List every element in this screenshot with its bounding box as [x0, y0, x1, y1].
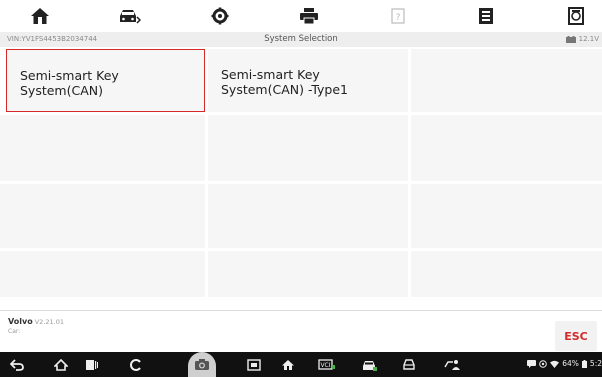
voltage-value: 12.1V [578, 35, 599, 43]
battery-icon [565, 35, 576, 43]
svg-text:VCI: VCI [320, 362, 330, 369]
svg-text:?: ? [396, 13, 401, 23]
esc-button[interactable]: ESC [555, 321, 597, 351]
system-item-label: Semi-smart Key [20, 68, 119, 83]
back-icon[interactable] [8, 356, 26, 373]
system-nav-bar: VCI 64% 5:2 [0, 352, 602, 377]
diag-home-icon[interactable] [279, 356, 297, 373]
report-icon[interactable] [563, 4, 589, 28]
camera-icon[interactable] [188, 352, 216, 377]
system-item-empty [411, 49, 602, 112]
settings-icon[interactable] [207, 4, 233, 28]
system-item-label: Semi-smart Key [221, 67, 320, 82]
sync-icon [539, 359, 548, 368]
battery-voltage: 12.1V [565, 35, 599, 43]
message-icon [527, 359, 537, 368]
software-version: V2.21.01 [34, 318, 64, 326]
info-bar: VIN:YV1FS4453B2034744 System Selection 1… [0, 32, 602, 47]
system-grid: Semi-smart Key System(CAN) Semi-smart Ke… [0, 47, 602, 297]
recent-apps-icon[interactable] [84, 356, 100, 373]
home-icon[interactable] [27, 4, 53, 28]
top-toolbar: ? [0, 0, 602, 32]
system-item-label: System(CAN) -Type1 [221, 82, 348, 97]
system-item-label: System(CAN) [20, 83, 103, 98]
refresh-icon[interactable] [128, 356, 144, 373]
battery-level-icon [581, 359, 587, 368]
battery-percent: 64% [562, 359, 579, 368]
wifi-icon [550, 360, 560, 368]
system-item-empty [208, 115, 408, 181]
status-area: 64% 5:2 [527, 359, 602, 368]
system-item-empty [411, 251, 602, 297]
vci-icon[interactable]: VCI [316, 356, 338, 373]
car-label: Car: [8, 328, 21, 335]
page-title: System Selection [264, 34, 338, 44]
system-item-empty [411, 115, 602, 181]
screen-record-icon[interactable] [245, 356, 263, 373]
vehicle-menu-icon[interactable] [360, 356, 378, 373]
system-item-empty [411, 184, 602, 248]
help-icon[interactable]: ? [385, 4, 411, 28]
remote-expert-icon[interactable] [443, 356, 463, 373]
system-item-semi-smart-key-can[interactable]: Semi-smart Key System(CAN) [6, 49, 205, 112]
vehicle-swap-icon[interactable] [116, 4, 142, 28]
vehicle-brand: Volvo [8, 317, 33, 326]
system-item-empty [0, 115, 205, 181]
system-item-empty [0, 251, 205, 297]
home-nav-icon[interactable] [52, 356, 70, 373]
system-item-empty [208, 251, 408, 297]
system-item-semi-smart-key-can-type1[interactable]: Semi-smart Key System(CAN) -Type1 [208, 49, 408, 112]
footer-bar: Volvo V2.21.01 Car: ESC [0, 310, 602, 353]
system-item-empty [208, 184, 408, 248]
car-icon[interactable] [400, 356, 418, 373]
system-item-empty [0, 184, 205, 248]
print-icon[interactable] [296, 4, 322, 28]
clock: 5:2 [589, 359, 602, 368]
data-save-icon[interactable] [473, 4, 499, 28]
